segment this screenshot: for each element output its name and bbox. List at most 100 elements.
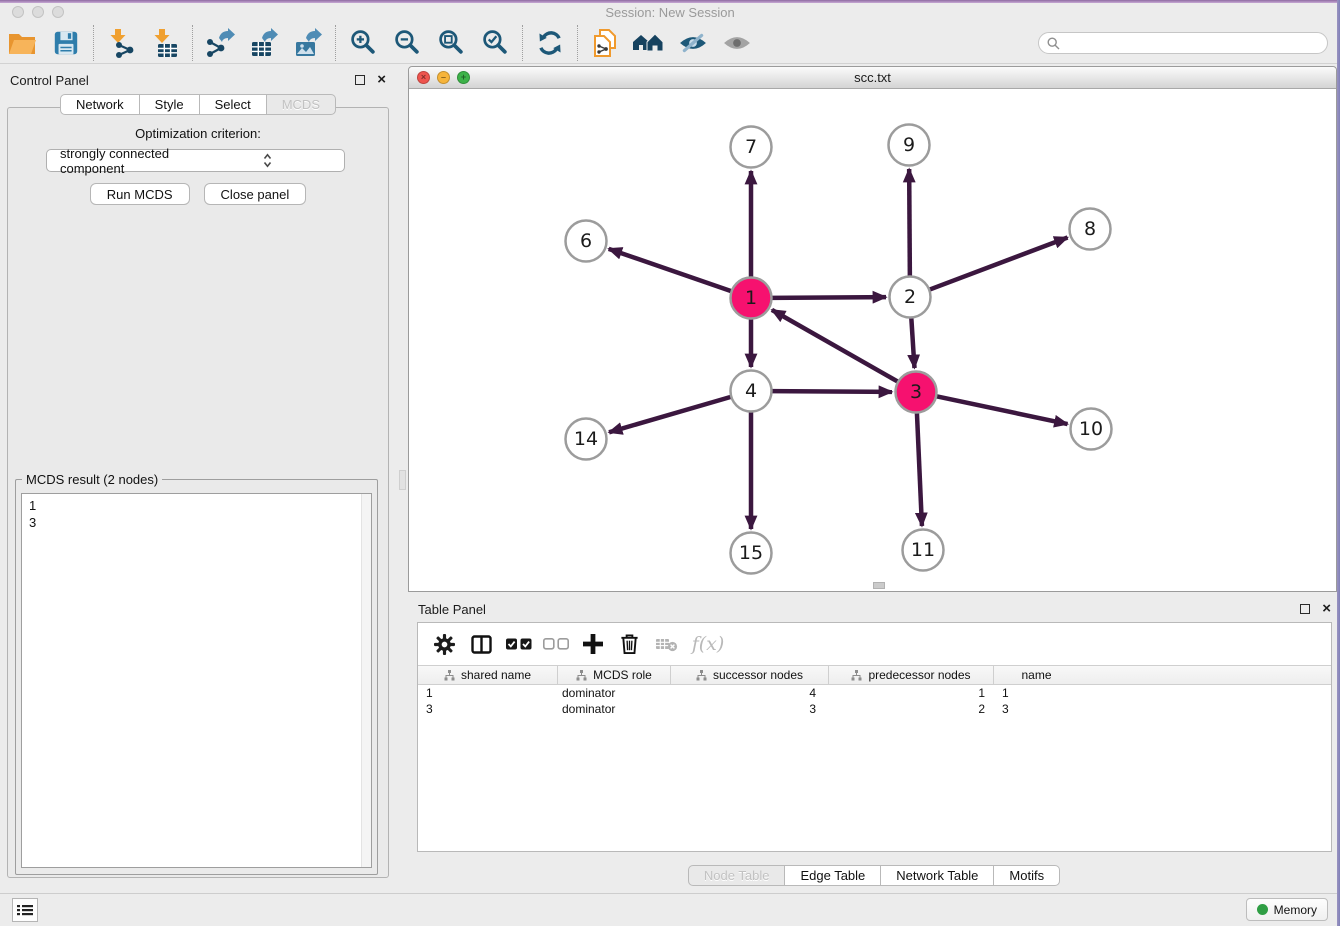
- refresh-button[interactable]: [528, 24, 572, 62]
- tab-motifs[interactable]: Motifs: [994, 865, 1060, 886]
- toolbar-separator: [192, 25, 193, 61]
- graph-edge-4-3[interactable]: [772, 391, 892, 392]
- function-builder-button[interactable]: f(x): [685, 627, 731, 661]
- zoom-selected-button[interactable]: [473, 24, 517, 62]
- hide-selected-button[interactable]: [671, 24, 715, 62]
- criterion-dropdown[interactable]: strongly connected component: [46, 149, 345, 172]
- run-mcds-button[interactable]: Run MCDS: [90, 183, 190, 205]
- graph-edge-3-10[interactable]: [937, 396, 1068, 424]
- table-settings-button[interactable]: [426, 627, 463, 661]
- graph-edge-3-1[interactable]: [772, 310, 898, 382]
- export-image-icon: [293, 28, 323, 58]
- tab-node-table[interactable]: Node Table: [688, 865, 786, 886]
- export-table-button[interactable]: [242, 24, 286, 62]
- export-table-icon: [249, 28, 279, 58]
- graph-edge-3-11[interactable]: [917, 413, 922, 526]
- graph-node-label-4: 4: [745, 380, 757, 402]
- graph-node-label-6: 6: [580, 230, 592, 252]
- export-network-icon: [205, 28, 235, 58]
- zoom-in-button[interactable]: [341, 24, 385, 62]
- main-toolbar: [0, 22, 1340, 64]
- open-folder-icon: [7, 30, 37, 56]
- close-table-panel-icon[interactable]: ×: [1322, 604, 1331, 614]
- show-columns-button[interactable]: [463, 627, 500, 661]
- search-input[interactable]: [1065, 36, 1319, 50]
- column-header-successor-nodes: successor nodes: [671, 666, 829, 684]
- eye-icon: [723, 33, 751, 53]
- attribute-tree-icon: [851, 670, 862, 681]
- task-history-button[interactable]: [12, 898, 38, 922]
- trash-icon: [619, 633, 640, 655]
- zoom-fit-button[interactable]: [429, 24, 473, 62]
- export-image-button[interactable]: [286, 24, 330, 62]
- search-icon: [1047, 37, 1060, 50]
- tab-mcds[interactable]: MCDS: [267, 94, 336, 115]
- table-row[interactable]: 1dominator411: [418, 685, 1331, 701]
- float-panel-icon[interactable]: [355, 75, 365, 85]
- save-session-button[interactable]: [44, 24, 88, 62]
- graph-edge-2-3[interactable]: [911, 318, 914, 368]
- search-field[interactable]: [1038, 32, 1328, 54]
- panel-splitter-handle[interactable]: [399, 470, 406, 490]
- tab-edge-table[interactable]: Edge Table: [785, 865, 881, 886]
- canvas-resize-grip[interactable]: [873, 582, 885, 589]
- result-scrollbar[interactable]: [361, 494, 371, 867]
- table-row[interactable]: 3dominator323: [418, 701, 1331, 717]
- delete-table-button[interactable]: [648, 627, 685, 661]
- graph-node-label-2: 2: [904, 286, 916, 308]
- table-cell: 3: [994, 702, 1079, 716]
- graph-edge-1-6[interactable]: [609, 249, 731, 291]
- column-header-name: name: [994, 666, 1079, 684]
- table-header[interactable]: shared name MCDS role successor nodes pr…: [418, 665, 1331, 685]
- import-table-button[interactable]: [143, 24, 187, 62]
- graph-edge-4-14[interactable]: [609, 397, 731, 432]
- zoom-in-icon: [350, 29, 377, 56]
- criterion-value: strongly connected component: [60, 146, 198, 176]
- control-panel-tabs: Network Style Select MCDS: [0, 94, 396, 115]
- zoom-out-button[interactable]: [385, 24, 429, 62]
- memory-button[interactable]: Memory: [1246, 898, 1328, 921]
- window-title: Session: New Session: [0, 5, 1340, 20]
- window-top-border: [0, 0, 1340, 3]
- control-panel-title: Control Panel: [10, 73, 355, 88]
- table-cell: 3: [671, 702, 829, 716]
- column-header-predecessor-nodes: predecessor nodes: [829, 666, 994, 684]
- table-cell: 3: [418, 702, 558, 716]
- graph-edge-1-2[interactable]: [772, 297, 886, 298]
- tab-style[interactable]: Style: [140, 94, 200, 115]
- toolbar-separator: [522, 25, 523, 61]
- close-panel-icon[interactable]: ×: [377, 75, 386, 85]
- network-graph: 1234678910111415: [409, 89, 1336, 591]
- column-header-shared-name: shared name: [418, 666, 558, 684]
- select-all-button[interactable]: [500, 627, 537, 661]
- toolbar-separator: [93, 25, 94, 61]
- table-toolbar: f(x): [418, 623, 1331, 665]
- float-table-panel-icon[interactable]: [1300, 604, 1310, 614]
- table-panel: Table Panel × f(x) shared name: [408, 597, 1340, 889]
- tab-network-table[interactable]: Network Table: [881, 865, 994, 886]
- graph-edge-2-8[interactable]: [930, 237, 1068, 289]
- deselect-all-button[interactable]: [537, 627, 574, 661]
- node-table-body: 1dominator4113dominator323: [418, 685, 1331, 717]
- network-canvas[interactable]: 1234678910111415: [409, 89, 1336, 591]
- tab-select[interactable]: Select: [200, 94, 267, 115]
- graph-edge-2-9[interactable]: [909, 169, 910, 276]
- attribute-tree-icon: [576, 670, 587, 681]
- home-button[interactable]: [627, 24, 671, 62]
- network-title: scc.txt: [409, 70, 1336, 85]
- table-cell: 1: [994, 686, 1079, 700]
- delete-column-button[interactable]: [611, 627, 648, 661]
- tab-network[interactable]: Network: [60, 94, 140, 115]
- export-network-button[interactable]: [198, 24, 242, 62]
- clone-network-button[interactable]: [583, 24, 627, 62]
- mcds-result-area[interactable]: 1 3: [21, 493, 372, 868]
- import-network-button[interactable]: [99, 24, 143, 62]
- show-all-button[interactable]: [715, 24, 759, 62]
- add-column-button[interactable]: [574, 627, 611, 661]
- column-header-mcds-role: MCDS role: [558, 666, 671, 684]
- close-panel-button[interactable]: Close panel: [204, 183, 307, 205]
- open-session-button[interactable]: [0, 24, 44, 62]
- network-window-titlebar[interactable]: scc.txt: [409, 67, 1336, 89]
- table-cell: 1: [829, 686, 994, 700]
- columns-icon: [471, 635, 492, 654]
